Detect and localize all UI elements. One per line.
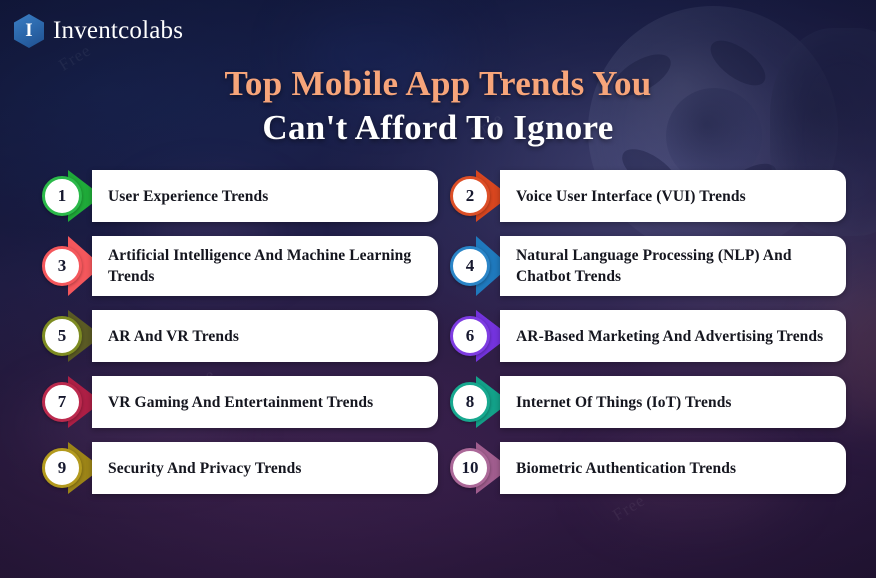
list-item[interactable]: 9 Security And Privacy Trends [42, 442, 438, 494]
list-item[interactable]: 5 AR And VR Trends [42, 310, 438, 362]
item-label: User Experience Trends [108, 187, 269, 205]
item-number-badge: 7 [42, 382, 82, 422]
item-label: Security And Privacy Trends [108, 459, 302, 477]
item-label: Artificial Intelligence And Machine Lear… [108, 247, 412, 285]
item-card[interactable]: Security And Privacy Trends [92, 442, 438, 494]
list-item[interactable]: 3 Artificial Intelligence And Machine Le… [42, 236, 438, 296]
item-card[interactable]: Internet Of Things (IoT) Trends [500, 376, 846, 428]
page-title-line-2: Can't Afford To Ignore [262, 108, 614, 147]
hexagon-logo-icon: I [14, 14, 44, 48]
item-card[interactable]: VR Gaming And Entertainment Trends [92, 376, 438, 428]
trend-row: 3 Artificial Intelligence And Machine Le… [0, 236, 876, 296]
list-item[interactable]: 7 VR Gaming And Entertainment Trends [42, 376, 438, 428]
item-card[interactable]: Artificial Intelligence And Machine Lear… [92, 236, 438, 296]
item-number-badge: 8 [450, 382, 490, 422]
item-card[interactable]: Natural Language Processing (NLP) And Ch… [500, 236, 846, 296]
trend-row: 5 AR And VR Trends 6 AR-Based Marketing … [0, 310, 876, 362]
trend-row: 9 Security And Privacy Trends 10 Biometr… [0, 442, 876, 494]
item-number-badge: 6 [450, 316, 490, 356]
item-label: Biometric Authentication Trends [516, 459, 737, 477]
page-title: Top Mobile App Trends You Can't Afford T… [0, 62, 876, 150]
item-number-badge: 10 [450, 448, 490, 488]
item-number-badge: 9 [42, 448, 82, 488]
item-card[interactable]: Voice User Interface (VUI) Trends [500, 170, 846, 222]
item-number-badge: 4 [450, 246, 490, 286]
item-number-badge: 2 [450, 176, 490, 216]
item-label: Natural Language Processing (NLP) And Ch… [516, 247, 792, 285]
brand-logo[interactable]: I Inventcolabs [14, 14, 183, 48]
item-label: AR-Based Marketing And Advertising Trend… [516, 327, 824, 345]
logo-letter: I [25, 20, 33, 41]
list-item[interactable]: 8 Internet Of Things (IoT) Trends [450, 376, 846, 428]
item-card[interactable]: AR-Based Marketing And Advertising Trend… [500, 310, 846, 362]
infographic-root: Free Free Free Free I Inventcolabs Top M… [0, 0, 876, 578]
item-card[interactable]: User Experience Trends [92, 170, 438, 222]
list-item[interactable]: 6 AR-Based Marketing And Advertising Tre… [450, 310, 846, 362]
list-item[interactable]: 2 Voice User Interface (VUI) Trends [450, 170, 846, 222]
item-label: VR Gaming And Entertainment Trends [108, 393, 374, 411]
item-card[interactable]: Biometric Authentication Trends [500, 442, 846, 494]
trend-list: 1 User Experience Trends 2 Voice User In… [0, 170, 876, 508]
trend-row: 1 User Experience Trends 2 Voice User In… [0, 170, 876, 222]
item-label: AR And VR Trends [108, 327, 239, 345]
page-title-line-1: Top Mobile App Trends You [224, 64, 652, 103]
brand-name: Inventcolabs [53, 17, 184, 44]
item-label: Voice User Interface (VUI) Trends [516, 187, 746, 205]
list-item[interactable]: 4 Natural Language Processing (NLP) And … [450, 236, 846, 296]
item-number-badge: 1 [42, 176, 82, 216]
item-number-badge: 3 [42, 246, 82, 286]
item-label: Internet Of Things (IoT) Trends [516, 393, 732, 411]
item-number-badge: 5 [42, 316, 82, 356]
list-item[interactable]: 10 Biometric Authentication Trends [450, 442, 846, 494]
list-item[interactable]: 1 User Experience Trends [42, 170, 438, 222]
trend-row: 7 VR Gaming And Entertainment Trends 8 I… [0, 376, 876, 428]
item-card[interactable]: AR And VR Trends [92, 310, 438, 362]
